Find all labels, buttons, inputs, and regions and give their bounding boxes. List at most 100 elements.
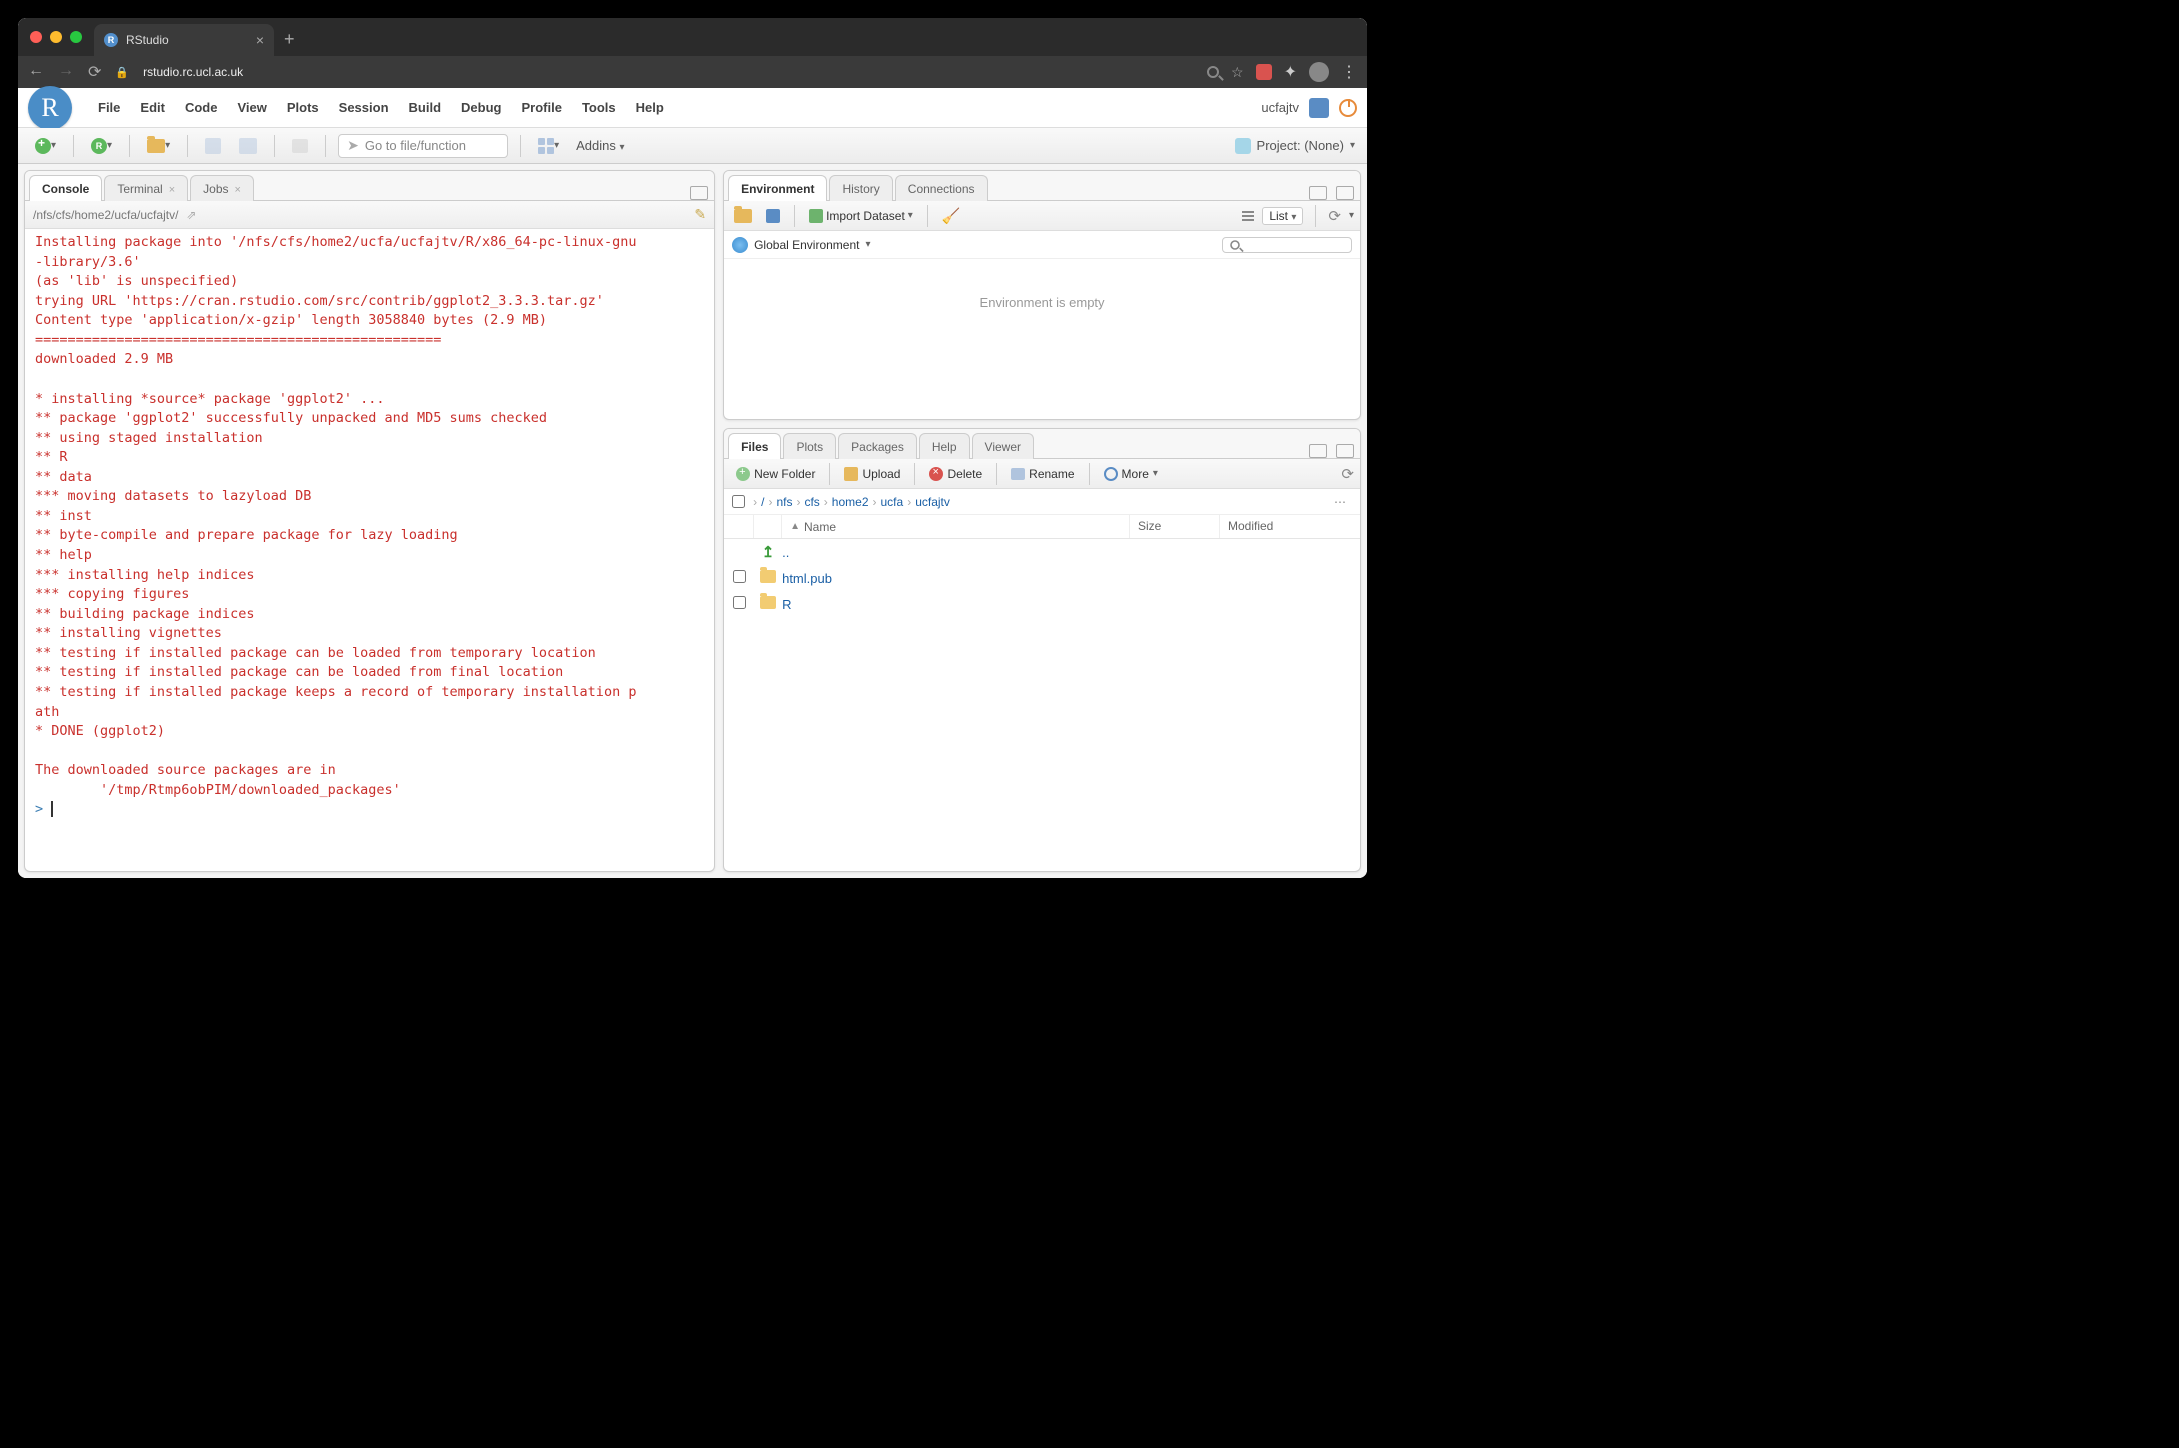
close-tab-icon[interactable]: ×	[256, 32, 264, 48]
goto-placeholder: Go to file/function	[365, 138, 466, 153]
delete-button[interactable]: Delete	[923, 465, 988, 483]
save-button[interactable]	[200, 134, 226, 158]
tab-environment[interactable]: Environment	[728, 175, 827, 201]
select-all-checkbox[interactable]	[732, 495, 745, 508]
file-name[interactable]: ..	[782, 545, 1130, 560]
minimize-pane-icon[interactable]	[1309, 444, 1327, 458]
print-button[interactable]	[287, 134, 313, 158]
plus-icon	[35, 138, 51, 154]
file-checkbox[interactable]	[733, 596, 746, 609]
files-column-header: ▲Name Size Modified	[724, 515, 1360, 539]
load-workspace-button[interactable]	[730, 207, 756, 225]
menu-edit[interactable]: Edit	[140, 100, 165, 115]
browser-tab[interactable]: R RStudio ×	[94, 24, 274, 56]
username-label: ucfajtv	[1261, 100, 1299, 115]
crumb-cfs[interactable]: cfs	[804, 495, 819, 509]
scope-label[interactable]: Global Environment	[754, 238, 859, 252]
file-name[interactable]: html.pub	[782, 571, 1130, 586]
column-modified[interactable]: Modified	[1220, 515, 1360, 538]
tab-terminal[interactable]: Terminal×	[104, 175, 188, 201]
reload-icon[interactable]: ⟳	[88, 62, 101, 82]
delete-icon	[929, 467, 943, 481]
save-workspace-button[interactable]	[762, 207, 784, 225]
tab-history[interactable]: History	[829, 175, 892, 201]
new-tab-button[interactable]: +	[284, 29, 295, 50]
profile-avatar-icon[interactable]	[1309, 62, 1329, 82]
minimize-window-icon[interactable]	[50, 31, 62, 43]
tab-help[interactable]: Help	[919, 433, 970, 459]
back-icon[interactable]: ←	[28, 62, 44, 82]
goto-dir-icon[interactable]: ⇗	[186, 208, 196, 222]
menu-profile[interactable]: Profile	[521, 100, 561, 115]
menu-debug[interactable]: Debug	[461, 100, 501, 115]
open-file-button[interactable]: ▾	[142, 134, 175, 158]
addins-button[interactable]: Addins ▾	[576, 138, 624, 153]
quit-session-icon[interactable]	[1339, 99, 1357, 117]
console-tabbar: Console Terminal× Jobs×	[25, 171, 714, 201]
rename-button[interactable]: Rename	[1005, 465, 1080, 483]
tab-packages[interactable]: Packages	[838, 433, 917, 459]
refresh-icon[interactable]: ⟳	[1328, 207, 1341, 225]
new-project-button[interactable]: R▾	[86, 134, 117, 158]
import-dataset-button[interactable]: Import Dataset ▾	[805, 207, 917, 225]
more-button[interactable]: More ▾	[1098, 465, 1164, 483]
menu-session[interactable]: Session	[339, 100, 389, 115]
tab-plots[interactable]: Plots	[783, 433, 836, 459]
crumb-ucfa[interactable]: ucfa	[881, 495, 904, 509]
bookmark-icon[interactable]: ☆	[1231, 64, 1244, 81]
crumb-nfs[interactable]: nfs	[776, 495, 792, 509]
browser-menu-icon[interactable]: ⋮	[1341, 62, 1357, 82]
zoom-icon[interactable]	[1207, 66, 1219, 78]
clear-workspace-icon[interactable]: 🧹	[938, 205, 965, 227]
close-icon[interactable]: ×	[169, 184, 175, 196]
crumb-home2[interactable]: home2	[832, 495, 869, 509]
menu-help[interactable]: Help	[636, 100, 664, 115]
pane-layout-button[interactable]: ▾	[533, 134, 564, 158]
upload-button[interactable]: Upload	[838, 465, 906, 483]
extension-icon[interactable]	[1256, 64, 1272, 80]
tab-console[interactable]: Console	[29, 175, 102, 201]
goto-file-function-input[interactable]: ➤ Go to file/function	[338, 134, 508, 158]
minimize-pane-icon[interactable]	[690, 186, 708, 200]
save-all-button[interactable]	[234, 134, 262, 158]
maximize-pane-icon[interactable]	[1336, 444, 1354, 458]
menu-code[interactable]: Code	[185, 100, 218, 115]
maximize-window-icon[interactable]	[70, 31, 82, 43]
crumb-ucfajtv[interactable]: ucfajtv	[915, 495, 950, 509]
file-name[interactable]: R	[782, 597, 1130, 612]
console-output[interactable]: Installing package into '/nfs/cfs/home2/…	[25, 229, 714, 871]
tab-connections[interactable]: Connections	[895, 175, 988, 201]
menu-build[interactable]: Build	[409, 100, 442, 115]
minimize-pane-icon[interactable]	[1309, 186, 1327, 200]
new-folder-button[interactable]: New Folder	[730, 465, 821, 483]
extensions-menu-icon[interactable]: ✦	[1284, 62, 1297, 82]
environment-search-input[interactable]	[1222, 237, 1352, 253]
lock-icon[interactable]: 🔒	[115, 66, 129, 79]
menu-file[interactable]: File	[98, 100, 120, 115]
close-window-icon[interactable]	[30, 31, 42, 43]
view-mode-button[interactable]: List ▾	[1262, 207, 1303, 225]
new-file-button[interactable]: ▾	[30, 134, 61, 158]
column-name[interactable]: ▲Name	[782, 515, 1130, 538]
file-checkbox[interactable]	[733, 570, 746, 583]
menu-plots[interactable]: Plots	[287, 100, 319, 115]
tab-jobs[interactable]: Jobs×	[190, 175, 254, 201]
folder-icon	[760, 570, 776, 583]
tab-files[interactable]: Files	[728, 433, 781, 459]
maximize-pane-icon[interactable]	[1336, 186, 1354, 200]
sign-out-icon[interactable]	[1309, 98, 1329, 118]
refresh-files-icon[interactable]: ⟳	[1341, 465, 1354, 483]
menu-view[interactable]: View	[237, 100, 266, 115]
file-row-up[interactable]: ↥ ..	[724, 539, 1360, 565]
url-text[interactable]: rstudio.rc.ucl.ac.uk	[143, 65, 243, 79]
tab-viewer[interactable]: Viewer	[972, 433, 1034, 459]
menu-tools[interactable]: Tools	[582, 100, 616, 115]
project-label[interactable]: Project: (None)	[1257, 138, 1344, 153]
clear-console-icon[interactable]: ✎	[694, 206, 706, 223]
breadcrumb-more-icon[interactable]: ⋯	[1334, 495, 1352, 509]
crumb-root[interactable]: /	[761, 495, 764, 509]
files-tabbar: Files Plots Packages Help Viewer	[724, 429, 1360, 459]
column-size[interactable]: Size	[1130, 515, 1220, 538]
forward-icon[interactable]: →	[58, 62, 74, 82]
close-icon[interactable]: ×	[235, 184, 241, 196]
